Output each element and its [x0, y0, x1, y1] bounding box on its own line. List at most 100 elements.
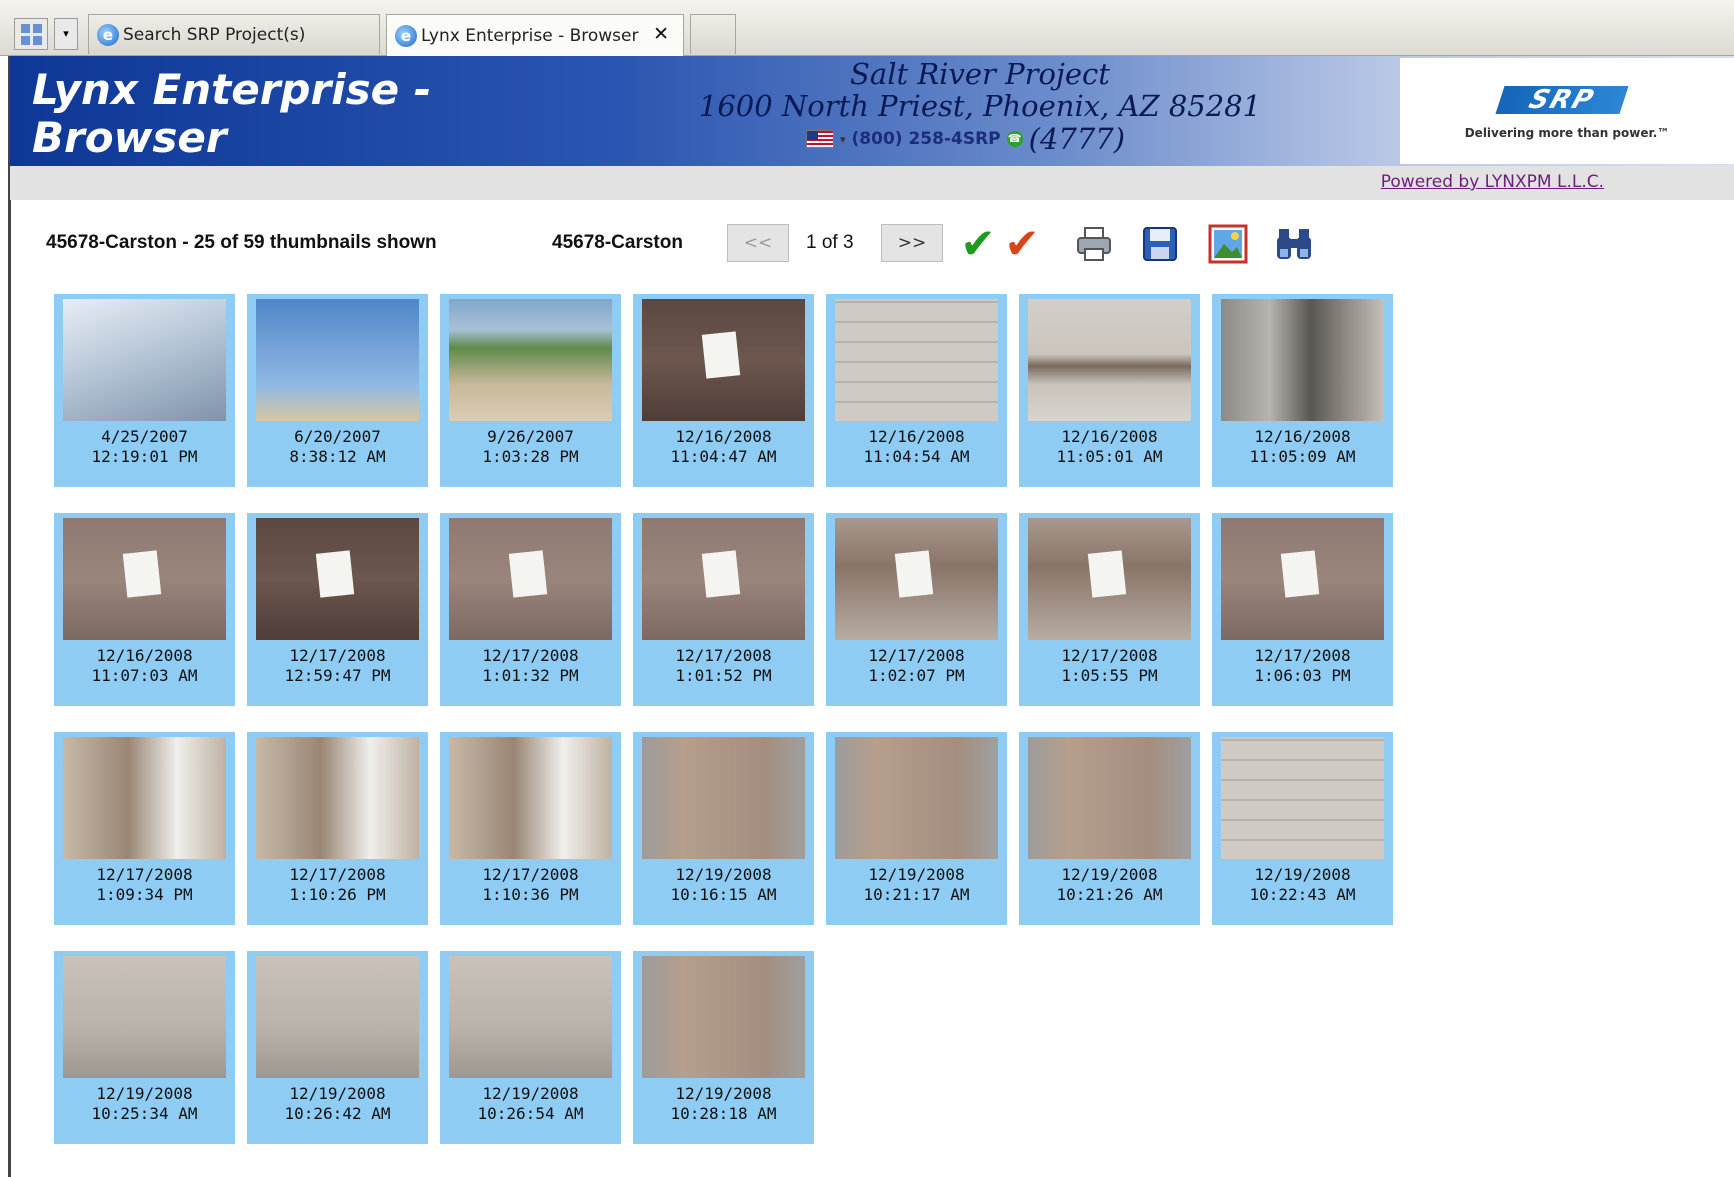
- chevron-down-icon[interactable]: ▾: [840, 133, 846, 146]
- thumbnail-photo[interactable]: [63, 737, 226, 859]
- us-flag-icon[interactable]: [806, 130, 834, 148]
- company-name: Salt River Project: [850, 57, 1110, 91]
- tab-search-srp-projects[interactable]: e Search SRP Project(s): [88, 14, 380, 54]
- thumbnail-photo[interactable]: [642, 956, 805, 1078]
- thumbnail-item[interactable]: 9/26/2007 1:03:28 PM: [440, 294, 621, 487]
- paper-note: [894, 550, 934, 598]
- thumbnail-photo[interactable]: [449, 956, 612, 1078]
- thumbnail-item[interactable]: 12/16/2008 11:07:03 AM: [54, 513, 235, 706]
- thumbnail-photo[interactable]: [256, 956, 419, 1078]
- prev-page-button[interactable]: <<: [727, 224, 789, 262]
- browser-tab-strip: ▾ e Search SRP Project(s) e Lynx Enterpr…: [0, 0, 1734, 56]
- thumbnail-item[interactable]: 12/19/2008 10:22:43 AM: [1212, 732, 1393, 925]
- thumbnail-timestamp: 4/25/2007 12:19:01 PM: [54, 427, 235, 467]
- thumbnail-item[interactable]: 12/19/2008 10:21:17 AM: [826, 732, 1007, 925]
- thumbnail-photo[interactable]: [642, 299, 805, 421]
- thumbnail-photo[interactable]: [835, 737, 998, 859]
- thumbnail-time: 10:26:54 AM: [477, 1104, 584, 1123]
- thumbnail-photo[interactable]: [835, 299, 998, 421]
- thumbnail-item[interactable]: 12/17/2008 12:59:47 PM: [247, 513, 428, 706]
- thumbnail-timestamp: 12/16/2008 11:05:09 AM: [1212, 427, 1393, 467]
- thumbnail-photo[interactable]: [642, 518, 805, 640]
- thumbnail-photo[interactable]: [256, 737, 419, 859]
- thumbnail-item[interactable]: 12/16/2008 11:04:54 AM: [826, 294, 1007, 487]
- thumbnail-item[interactable]: 12/17/2008 1:01:52 PM: [633, 513, 814, 706]
- thumbnail-date: 9/26/2007: [487, 427, 574, 446]
- thumbnail-item[interactable]: 12/17/2008 1:01:32 PM: [440, 513, 621, 706]
- thumbnail-time: 10:26:42 AM: [284, 1104, 391, 1123]
- thumbnail-time: 1:09:34 PM: [96, 885, 193, 904]
- thumbnail-item[interactable]: 12/19/2008 10:21:26 AM: [1019, 732, 1200, 925]
- thumbnail-photo[interactable]: [63, 299, 226, 421]
- company-address: 1600 North Priest, Phoenix, AZ 85281: [698, 89, 1262, 123]
- printer-icon[interactable]: [1074, 224, 1114, 264]
- thumbnail-item[interactable]: 12/19/2008 10:26:54 AM: [440, 951, 621, 1144]
- thumbnail-item[interactable]: 12/19/2008 10:16:15 AM: [633, 732, 814, 925]
- thumbnail-item[interactable]: 12/16/2008 11:05:01 AM: [1019, 294, 1200, 487]
- phone-number[interactable]: (800) 258-4SRP: [852, 129, 1001, 149]
- thumbnail-timestamp: 12/17/2008 1:10:26 PM: [247, 865, 428, 905]
- thumbnail-item[interactable]: 12/17/2008 1:10:26 PM: [247, 732, 428, 925]
- thumbnail-item[interactable]: 12/16/2008 11:05:09 AM: [1212, 294, 1393, 487]
- call-icon[interactable]: ☎: [1006, 131, 1023, 147]
- new-tab-button[interactable]: [690, 14, 736, 54]
- thumbnail-photo[interactable]: [1221, 737, 1384, 859]
- thumbnail-time: 1:02:07 PM: [868, 666, 965, 685]
- phone-extension: (4777): [1028, 122, 1126, 156]
- thumbnail-date: 12/16/2008: [1254, 427, 1351, 446]
- thumbnail-photo[interactable]: [835, 518, 998, 640]
- thumbnail-time: 1:01:52 PM: [675, 666, 772, 685]
- thumbnail-photo[interactable]: [256, 518, 419, 640]
- thumbnail-timestamp: 12/17/2008 1:01:32 PM: [440, 646, 621, 686]
- next-page-button[interactable]: >>: [881, 224, 943, 262]
- tab-lynx-browser[interactable]: e Lynx Enterprise - Browser ✕: [386, 14, 684, 56]
- ie-browser-icon: e: [97, 23, 119, 46]
- thumbnail-photo[interactable]: [1028, 518, 1191, 640]
- thumbnail-photo[interactable]: [63, 518, 226, 640]
- thumbnail-timestamp: 12/16/2008 11:04:47 AM: [633, 427, 814, 467]
- thumbnail-date: 12/17/2008: [675, 646, 772, 665]
- thumbnail-item[interactable]: 12/19/2008 10:25:34 AM: [54, 951, 235, 1144]
- thumbnail-photo[interactable]: [1028, 299, 1191, 421]
- thumbnail-date: 12/19/2008: [675, 1084, 772, 1103]
- thumbnail-item[interactable]: 12/16/2008 11:04:47 AM: [633, 294, 814, 487]
- phone-row: ▾ (800) 258-4SRP ☎ (4777): [806, 122, 1125, 156]
- quick-tabs-button[interactable]: [14, 18, 48, 50]
- close-icon[interactable]: ✕: [653, 23, 669, 45]
- thumbnail-item[interactable]: 6/20/2007 8:38:12 AM: [247, 294, 428, 487]
- thumbnail-photo[interactable]: [256, 299, 419, 421]
- paper-note: [315, 550, 355, 598]
- thumbnail-photo[interactable]: [642, 737, 805, 859]
- thumbnail-photo[interactable]: [63, 956, 226, 1078]
- thumbnail-photo[interactable]: [1221, 299, 1384, 421]
- thumbnail-timestamp: 12/17/2008 1:06:03 PM: [1212, 646, 1393, 686]
- tab-label: Lynx Enterprise - Browser: [421, 25, 639, 46]
- thumbnail-item[interactable]: 12/19/2008 10:28:18 AM: [633, 951, 814, 1144]
- image-icon[interactable]: [1208, 224, 1248, 264]
- check-red-icon[interactable]: ✔: [1002, 223, 1042, 265]
- thumbnail-photo[interactable]: [449, 737, 612, 859]
- thumbnail-item[interactable]: 12/19/2008 10:26:42 AM: [247, 951, 428, 1144]
- tab-list-dropdown[interactable]: ▾: [54, 18, 78, 50]
- powered-by-link[interactable]: Powered by LYNXPM L.L.C.: [1381, 172, 1604, 192]
- thumbnail-date: 12/19/2008: [289, 1084, 386, 1103]
- thumbnail-date: 12/19/2008: [675, 865, 772, 884]
- thumbnail-item[interactable]: 12/17/2008 1:10:36 PM: [440, 732, 621, 925]
- thumbnail-item[interactable]: 12/17/2008 1:09:34 PM: [54, 732, 235, 925]
- thumbnail-photo[interactable]: [449, 299, 612, 421]
- save-icon[interactable]: [1140, 224, 1180, 264]
- binoculars-icon[interactable]: [1274, 224, 1314, 264]
- thumbnail-photo[interactable]: [449, 518, 612, 640]
- thumbnail-date: 12/19/2008: [482, 1084, 579, 1103]
- thumbnail-date: 12/17/2008: [289, 865, 386, 884]
- thumbnail-time: 1:06:03 PM: [1254, 666, 1351, 685]
- thumbnail-item[interactable]: 12/17/2008 1:06:03 PM: [1212, 513, 1393, 706]
- thumbnail-date: 12/17/2008: [868, 646, 965, 665]
- thumbnail-item[interactable]: 4/25/2007 12:19:01 PM: [54, 294, 235, 487]
- thumbnail-item[interactable]: 12/17/2008 1:02:07 PM: [826, 513, 1007, 706]
- thumbnail-photo[interactable]: [1221, 518, 1384, 640]
- srp-logo-mark: SRP: [1495, 85, 1629, 115]
- thumbnail-item[interactable]: 12/17/2008 1:05:55 PM: [1019, 513, 1200, 706]
- thumbnail-photo[interactable]: [1028, 737, 1191, 859]
- check-green-icon[interactable]: ✔: [958, 223, 998, 265]
